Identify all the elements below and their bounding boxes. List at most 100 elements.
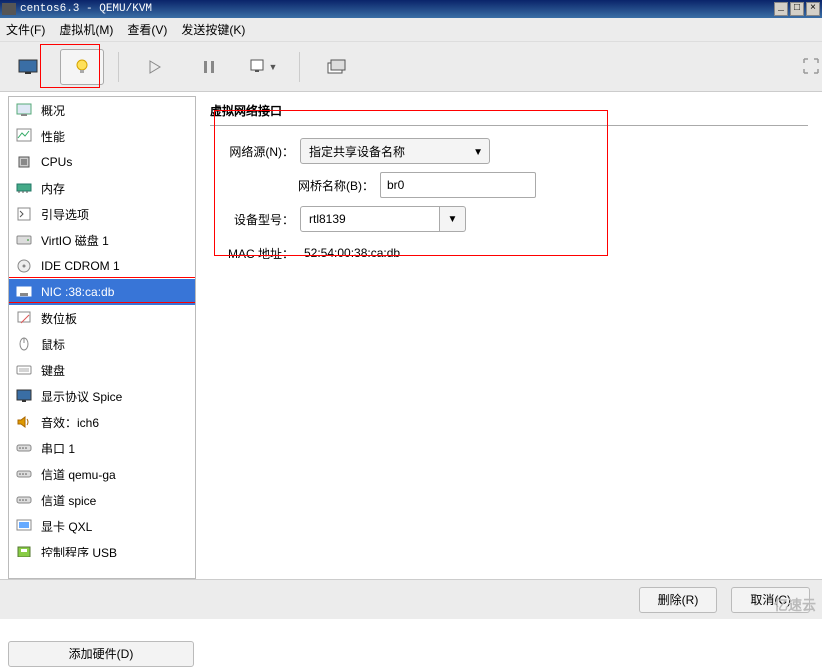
serial-icon (15, 440, 33, 456)
sidebar-item-label: 数位板 (41, 310, 77, 327)
play-icon (148, 60, 162, 74)
snapshot-button[interactable] (314, 49, 358, 85)
fullscreen-icon[interactable] (802, 57, 820, 75)
sidebar-item-label: 键盘 (41, 362, 65, 379)
main-area: 概况性能 CPUs 内存引导选项 VirtIO 磁盘 1 IDE CDROM 1 NIC … (0, 92, 822, 579)
menu-sendkey[interactable]: 发送按键(K) (181, 21, 245, 38)
boot-icon (15, 206, 33, 222)
details-panel: 虚拟网络接口 网络源(N)： 指定共享设备名称 ▼ 网桥名称(B)： 设备型号：… (196, 92, 822, 579)
power-icon (249, 58, 265, 76)
usb-icon (15, 544, 33, 557)
chevron-down-icon[interactable]: ▼ (440, 206, 466, 232)
menu-vm[interactable]: 虚拟机(M) (59, 21, 113, 38)
panel-separator (210, 125, 808, 126)
sidebar-item-tablet[interactable]: 数位板 (9, 305, 195, 331)
sound-icon (15, 414, 33, 430)
sidebar-item-mem[interactable]: 内存 (9, 175, 195, 201)
sidebar-item-label: 信道 qemu-ga (41, 466, 116, 483)
mem-icon (15, 180, 33, 196)
hardware-list[interactable]: 概况性能 CPUs 内存引导选项 VirtIO 磁盘 1 IDE CDROM 1 NIC … (9, 97, 195, 557)
shutdown-button[interactable]: ▼ (241, 49, 285, 85)
sidebar-item-label: 引导选项 (41, 206, 89, 223)
sidebar-item-perf[interactable]: 性能 (9, 123, 195, 149)
sidebar-item-hdd[interactable]: VirtIO 磁盘 1 (9, 227, 195, 253)
net-source-label: 网络源(N)： (210, 143, 300, 160)
toolbar-separator (118, 52, 119, 82)
kbd-icon (15, 362, 33, 378)
tablet-icon (15, 310, 33, 326)
chevron-down-icon: ▼ (473, 147, 483, 158)
nic-icon (15, 284, 33, 300)
sidebar-item-serial[interactable]: 串口 1 (9, 435, 195, 461)
bottom-bar: 删除(R) 取消(C) (0, 579, 822, 619)
sidebar-item-label: 显示协议 Spice (41, 388, 122, 405)
sidebar-item-label: 串口 1 (41, 440, 75, 457)
perf-icon (15, 128, 33, 144)
display-icon (15, 388, 33, 404)
toolbar-separator-2 (299, 52, 300, 82)
net-source-select[interactable]: 指定共享设备名称 ▼ (300, 138, 490, 164)
pause-button[interactable] (187, 49, 231, 85)
sidebar-item-label: 概况 (41, 102, 65, 119)
net-source-value: 指定共享设备名称 (309, 143, 405, 160)
window-title: centos6.3 - QEMU/KVM (20, 3, 152, 15)
sidebar-item-label: 音效：ich6 (41, 414, 99, 431)
sidebar-item-label: 内存 (41, 180, 65, 197)
run-button[interactable] (133, 49, 177, 85)
hdd-icon (15, 232, 33, 248)
serial-icon (15, 492, 33, 508)
monitor-icon (17, 58, 39, 76)
sidebar-item-nic[interactable]: NIC :38:ca:db (9, 279, 195, 305)
sidebar-item-mouse[interactable]: 鼠标 (9, 331, 195, 357)
sidebar-item-label: 鼠标 (41, 336, 65, 353)
mac-label: MAC 地址： (210, 245, 300, 262)
delete-button[interactable]: 删除(R) (639, 587, 718, 613)
maximize-button[interactable]: □ (790, 2, 804, 16)
console-view-button[interactable] (6, 49, 50, 85)
sidebar-item-overview[interactable]: 概况 (9, 97, 195, 123)
sidebar-item-display[interactable]: 显示协议 Spice (9, 383, 195, 409)
sidebar-item-serial[interactable]: 信道 qemu-ga (9, 461, 195, 487)
cpu-icon (15, 154, 33, 170)
serial-icon (15, 466, 33, 482)
sidebar-item-label: VirtIO 磁盘 1 (41, 232, 109, 249)
sidebar-item-label: CPUs (41, 155, 72, 169)
device-model-label: 设备型号： (210, 211, 300, 228)
mouse-icon (15, 336, 33, 352)
toolbar: ▼ (0, 42, 822, 92)
minimize-button[interactable]: _ (774, 2, 788, 16)
snapshot-icon (326, 59, 346, 75)
close-button[interactable]: × (806, 2, 820, 16)
sidebar-item-boot[interactable]: 引导选项 (9, 201, 195, 227)
sidebar-item-cpu[interactable]: CPUs (9, 149, 195, 175)
pause-icon (202, 60, 216, 74)
sidebar-item-label: NIC :38:ca:db (41, 285, 114, 299)
sidebar-item-video[interactable]: 显卡 QXL (9, 513, 195, 539)
video-icon (15, 518, 33, 534)
mac-value: 52:54:00:38:ca:db (300, 246, 400, 260)
bridge-name-input[interactable] (380, 172, 536, 198)
sidebar-item-serial[interactable]: 信道 spice (9, 487, 195, 513)
sidebar-item-cd[interactable]: IDE CDROM 1 (9, 253, 195, 279)
hardware-sidebar: 概况性能 CPUs 内存引导选项 VirtIO 磁盘 1 IDE CDROM 1 NIC … (8, 96, 196, 579)
bridge-label: 网桥名称(B)： (210, 177, 380, 194)
sidebar-item-label: 显卡 QXL (41, 518, 92, 535)
device-model-select[interactable]: rtl8139 ▼ (300, 206, 466, 232)
panel-title: 虚拟网络接口 (210, 102, 808, 119)
menu-view[interactable]: 查看(V) (127, 21, 167, 38)
sidebar-item-label: IDE CDROM 1 (41, 259, 120, 273)
sidebar-item-usb[interactable]: 控制程序 USB (9, 539, 195, 557)
add-hardware-button[interactable]: 添加硬件(D) (8, 641, 194, 667)
menu-bar: 文件(F) 虚拟机(M) 查看(V) 发送按键(K) (0, 18, 822, 42)
sidebar-item-sound[interactable]: 音效：ich6 (9, 409, 195, 435)
bulb-icon (72, 57, 92, 77)
sidebar-item-label: 控制程序 USB (41, 544, 117, 558)
details-view-button[interactable] (60, 49, 104, 85)
overview-icon (15, 102, 33, 118)
window-titlebar: centos6.3 - QEMU/KVM _ □ × (0, 0, 822, 18)
sidebar-item-kbd[interactable]: 键盘 (9, 357, 195, 383)
cancel-button[interactable]: 取消(C) (731, 587, 810, 613)
sidebar-item-label: 性能 (41, 128, 65, 145)
menu-file[interactable]: 文件(F) (6, 21, 45, 38)
cd-icon (15, 258, 33, 274)
